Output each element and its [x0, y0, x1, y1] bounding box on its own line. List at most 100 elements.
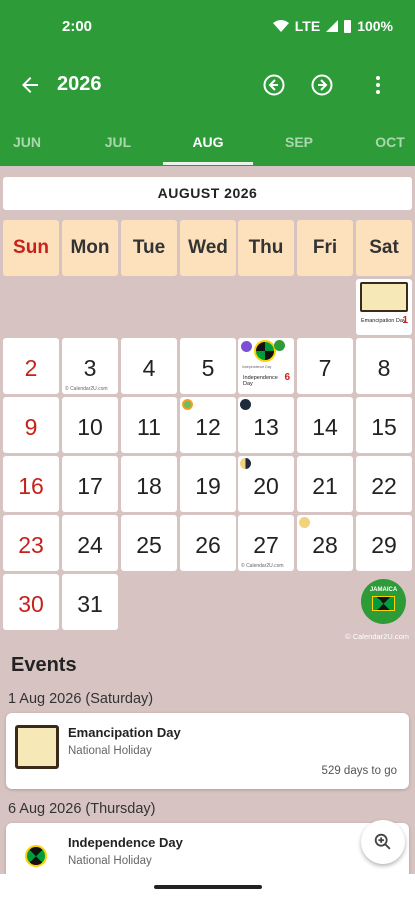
day-number: 7 — [318, 355, 332, 381]
network-label: LTE — [294, 18, 321, 34]
day-cell-18[interactable]: 18 — [121, 456, 177, 512]
previous-year-icon[interactable] — [262, 73, 286, 97]
day-number: 3 — [83, 355, 97, 381]
event-name: Emancipation Day — [68, 725, 181, 740]
day-number: 16 — [18, 473, 44, 499]
month-title: AUGUST 2026 — [3, 177, 412, 210]
day-cell-24[interactable]: 24 — [62, 515, 118, 571]
day-cell-22[interactable]: 22 — [356, 456, 412, 512]
event-card-emancipation[interactable]: Emancipation Day National Holiday 529 da… — [6, 713, 409, 789]
day-cell-29[interactable]: 29 — [356, 515, 412, 571]
calendar-credit: © Calendar2U.com — [241, 563, 284, 569]
day-number-6: 6 — [284, 372, 290, 383]
jamaica-badge-label: JAMAICA — [369, 587, 398, 593]
day-number: 15 — [371, 414, 397, 440]
zoom-button[interactable] — [361, 820, 405, 864]
day-number: 20 — [253, 473, 279, 499]
day-cell-19[interactable]: 19 — [180, 456, 236, 512]
day-cell-26[interactable]: 26 — [180, 515, 236, 571]
day-cell-11[interactable]: 11 — [121, 397, 177, 453]
weekday-tue: Tue — [121, 220, 177, 276]
day-cell-15[interactable]: 15 — [356, 397, 412, 453]
weekday-wed: Wed — [180, 220, 236, 276]
weekday-fri: Fri — [297, 220, 353, 276]
back-arrow-icon[interactable] — [18, 73, 42, 97]
moon-phase-icon — [182, 399, 193, 410]
weekday-mon: Mon — [62, 220, 118, 276]
day-number: 8 — [377, 355, 391, 381]
day-cell-5[interactable]: 5 — [180, 338, 236, 394]
day-cell-1[interactable]: Emancipation Day 1 — [356, 279, 412, 335]
day-cell-16[interactable]: 16 — [3, 456, 59, 512]
full-moon-icon — [299, 517, 310, 528]
first-quarter-moon-icon — [240, 458, 251, 469]
day-cell-12[interactable]: 12 — [180, 397, 236, 453]
event-date-header: 6 Aug 2026 (Thursday) — [8, 801, 156, 817]
jamaica-badge[interactable]: JAMAICA — [361, 579, 406, 624]
status-time: 2:00 — [62, 18, 93, 35]
page-title: 2026 — [57, 73, 102, 95]
home-gesture-handle[interactable] — [154, 885, 262, 889]
event-countdown: 529 days to go — [321, 765, 397, 777]
tab-sep[interactable]: SEP — [269, 134, 329, 150]
day-cell-3[interactable]: 3 © Calendar2U.com — [62, 338, 118, 394]
day-cell-27[interactable]: 27 © Calendar2U.com — [238, 515, 294, 571]
day-number: 12 — [195, 414, 221, 440]
day-cell-20[interactable]: 20 — [238, 456, 294, 512]
wifi-icon — [272, 20, 289, 32]
weekday-sun: Sun — [3, 220, 59, 276]
independence-caption: Independence Day — [242, 365, 272, 369]
day-cell-21[interactable]: 21 — [297, 456, 353, 512]
tab-jun[interactable]: JUN — [0, 134, 57, 150]
day-number: 2 — [24, 355, 38, 381]
day-cell-7[interactable]: 7 — [297, 338, 353, 394]
day-number: 14 — [312, 414, 338, 440]
app-bar: 2026 — [0, 56, 415, 114]
weekday-sat: Sat — [356, 220, 412, 276]
next-year-icon[interactable] — [310, 73, 334, 97]
jamaica-flag-thumbnail — [15, 837, 59, 873]
day-number: 31 — [77, 591, 103, 617]
day-cell-30[interactable]: 30 — [3, 574, 59, 630]
day-cell-13[interactable]: 13 — [238, 397, 294, 453]
day-number: 22 — [371, 473, 397, 499]
event-dot-icon — [241, 341, 252, 352]
signal-icon — [326, 20, 339, 32]
day-cell-31[interactable]: 31 — [62, 574, 118, 630]
month-tabs: JUN JUL AUG SEP OCT — [0, 114, 415, 166]
day-cell-17[interactable]: 17 — [62, 456, 118, 512]
day-number: 19 — [195, 473, 221, 499]
day-number: 11 — [137, 414, 161, 440]
day-cell-6[interactable]: Independence Day Independence Day 6 — [238, 338, 294, 394]
holiday-label-aug1: Emancipation Day — [361, 318, 406, 324]
tab-oct[interactable]: OCT — [360, 134, 415, 150]
tab-jul[interactable]: JUL — [88, 134, 148, 150]
status-bar: 2:00 LTE 100% — [0, 0, 415, 56]
emancipation-day-thumbnail — [360, 282, 408, 312]
event-type: National Holiday — [68, 745, 152, 757]
new-moon-icon — [240, 399, 251, 410]
day-number: 27 — [253, 532, 279, 558]
day-cell-4[interactable]: 4 — [121, 338, 177, 394]
day-number: 30 — [18, 591, 44, 617]
holiday-label-aug6: Independence Day — [243, 375, 278, 387]
tab-aug[interactable]: AUG — [178, 134, 238, 150]
day-cell-9[interactable]: 9 — [3, 397, 59, 453]
day-number: 21 — [312, 473, 338, 499]
event-card-independence[interactable]: Independence Day National Holiday — [6, 823, 409, 875]
day-number: 18 — [136, 473, 162, 499]
system-navigation-bar — [0, 874, 415, 900]
day-cell-23[interactable]: 23 — [3, 515, 59, 571]
event-name: Independence Day — [68, 835, 183, 850]
day-cell-8[interactable]: 8 — [356, 338, 412, 394]
day-cell-14[interactable]: 14 — [297, 397, 353, 453]
zoom-in-icon — [374, 833, 391, 850]
day-cell-25[interactable]: 25 — [121, 515, 177, 571]
more-options-icon[interactable] — [366, 73, 390, 97]
day-cell-28[interactable]: 28 — [297, 515, 353, 571]
events-heading: Events — [11, 654, 77, 676]
day-cell-2[interactable]: 2 — [3, 338, 59, 394]
jamaica-flag-icon — [254, 340, 276, 362]
day-number: 26 — [195, 532, 221, 558]
day-cell-10[interactable]: 10 — [62, 397, 118, 453]
